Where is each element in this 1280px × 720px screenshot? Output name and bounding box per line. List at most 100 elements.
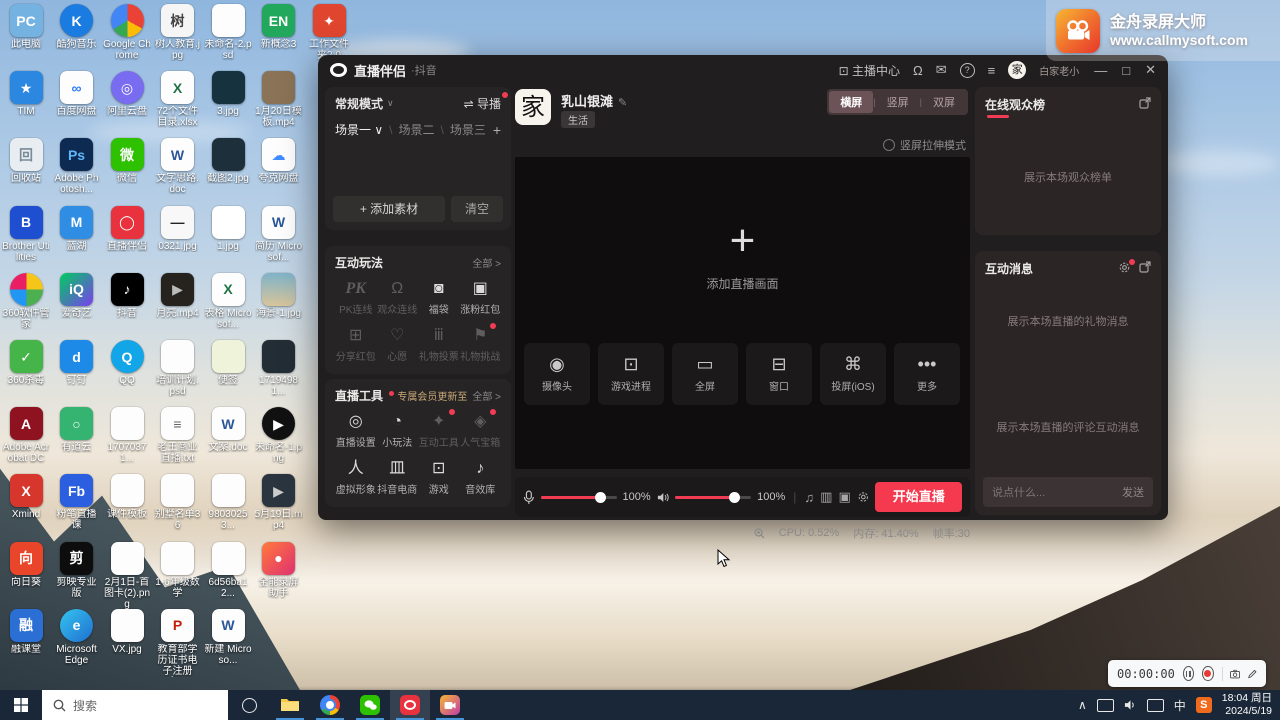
settings-gear-icon[interactable] <box>857 490 870 504</box>
desktop-icon[interactable]: ▶5月19日.mp4 <box>255 474 303 531</box>
mic-volume-slider[interactable] <box>541 496 617 499</box>
desktop-icon[interactable]: Fb粉笔直播课 <box>53 474 101 531</box>
add-screen-plus-icon[interactable]: + <box>515 219 970 263</box>
feature-item[interactable]: PKPK连线 <box>335 278 377 316</box>
taskbar-file-explorer[interactable] <box>270 690 310 720</box>
desktop-icon[interactable]: X表格 Microsof... <box>204 273 252 330</box>
desktop-icon[interactable]: 17194981... <box>255 340 303 397</box>
comment-input[interactable]: 说点什么... 发送 <box>983 477 1153 507</box>
add-scene-button[interactable]: + <box>493 122 501 138</box>
desktop-icon[interactable]: 剪剪映专业版 <box>53 542 101 599</box>
feature-item[interactable]: Ω观众连线 <box>377 278 419 316</box>
desktop-icon[interactable]: Google Chrome <box>103 4 151 61</box>
view-all-link[interactable]: 全部 > <box>472 388 501 403</box>
desktop-icon[interactable]: PC此电脑 <box>2 4 50 50</box>
feature-item[interactable]: 皿抖音电商 <box>377 458 419 496</box>
taskbar-screen-recorder[interactable] <box>430 690 470 720</box>
desktop-icon[interactable]: W新建 Microso... <box>204 609 252 666</box>
desktop-icon[interactable]: X72个文件目录.xlsx <box>154 71 202 128</box>
source-button[interactable]: ◉摄像头 <box>524 343 590 405</box>
stretch-mode-toggle[interactable]: 竖屏拉伸模式 <box>883 137 966 153</box>
feature-item[interactable]: ⊡游戏 <box>418 458 460 496</box>
orientation-segment[interactable]: 横屏 <box>829 91 873 113</box>
desktop-icon[interactable]: QQQ <box>103 340 151 386</box>
menu-icon[interactable]: ≡ <box>988 63 996 78</box>
record-button[interactable] <box>1202 666 1213 681</box>
desktop-icon[interactable]: eMicrosoft Edge <box>53 609 101 666</box>
desktop-icon[interactable]: 2月1日-首图卡(2).png <box>103 542 151 610</box>
director-button[interactable]: ⇌ 导播 <box>464 95 501 112</box>
scene-tab[interactable]: 场景三 <box>450 121 486 138</box>
feature-item[interactable]: ⅲ礼物投票 <box>418 325 460 363</box>
desktop-icon[interactable]: 微微信 <box>103 138 151 184</box>
desktop-icon[interactable]: 向向日葵 <box>2 542 50 588</box>
taskbar-chrome[interactable] <box>310 690 350 720</box>
desktop-icon[interactable]: M蓝湖 <box>53 206 101 252</box>
feature-item[interactable]: ♪音效库 <box>460 458 502 496</box>
desktop-icon[interactable]: ≡老王商业直播.txt <box>154 407 202 464</box>
taskbar-wechat[interactable] <box>350 690 390 720</box>
avatar[interactable]: 家 <box>1008 61 1026 79</box>
desktop-icon[interactable]: ◯直播伴侣 <box>103 206 151 252</box>
volume-icon[interactable] <box>1124 699 1137 711</box>
source-button[interactable]: ⊟窗口 <box>746 343 812 405</box>
feature-item[interactable]: ✦互动工具 <box>418 411 460 449</box>
display-icon[interactable] <box>1097 699 1114 712</box>
feature-item[interactable]: ♡心愿 <box>377 325 419 363</box>
speaker-icon[interactable] <box>657 491 670 504</box>
desktop-icon[interactable]: d钉钉 <box>53 340 101 386</box>
desktop-icon[interactable]: 培训计划.psd <box>154 340 202 397</box>
speaker-volume-slider[interactable] <box>675 496 751 499</box>
desktop-icon[interactable]: EN新概念3 <box>255 4 303 50</box>
feature-item[interactable]: 人虚拟形象 <box>335 458 377 496</box>
desktop-icon[interactable]: 海景-1.jpg <box>255 273 303 319</box>
microphone-icon[interactable] <box>523 490 535 505</box>
desktop-icon[interactable]: BBrother Utilities <box>2 206 50 263</box>
add-material-button[interactable]: + 添加素材 <box>333 196 445 222</box>
message-icon[interactable]: ✉ <box>936 62 947 78</box>
desktop-icon[interactable]: ▶月亮.mp4 <box>154 273 202 319</box>
source-button[interactable]: •••更多 <box>894 343 960 405</box>
popout-icon[interactable] <box>1139 97 1151 112</box>
search-input[interactable]: 搜索 <box>42 690 228 720</box>
mode-dropdown[interactable]: 常规模式 <box>335 95 383 112</box>
desktop-icon[interactable]: ○有道云 <box>53 407 101 453</box>
taskbar-live-companion[interactable] <box>390 690 430 720</box>
desktop-icon[interactable]: 回回收站 <box>2 138 50 184</box>
anchor-center-button[interactable]: ⊡ 主播中心 <box>839 62 900 79</box>
desktop-icon[interactable]: W文字思路.doc <box>154 138 202 195</box>
sound-effect-icon[interactable]: ♫ <box>804 490 814 505</box>
desktop-icon[interactable]: 3.jpg <box>204 71 252 117</box>
desktop-icon[interactable]: W文案.doc <box>204 407 252 453</box>
clear-button[interactable]: 清空 <box>451 196 503 222</box>
desktop-icon[interactable]: 6d56ba12... <box>204 542 252 599</box>
start-button[interactable] <box>0 690 42 720</box>
desktop-icon[interactable]: P教育部学历证书电子注册备... <box>154 609 202 677</box>
close-button[interactable]: ✕ <box>1145 62 1156 78</box>
feature-item[interactable]: ⚑礼物挑战 <box>460 325 502 363</box>
feature-item[interactable]: ◙福袋 <box>418 278 460 316</box>
desktop-icon[interactable]: AAdobe Acrobat DC <box>2 407 50 464</box>
cortana-icon[interactable] <box>228 690 270 720</box>
desktop-icon[interactable]: 便签 <box>204 340 252 386</box>
help-icon[interactable]: ? <box>960 63 975 78</box>
feature-item[interactable]: ◔小玩法 <box>377 411 419 449</box>
screenshot-camera-icon[interactable] <box>1230 668 1240 680</box>
orientation-segment[interactable]: 竖屏 <box>876 91 920 113</box>
popout-icon[interactable] <box>1139 261 1151 276</box>
voice-card-icon[interactable]: ▥ <box>820 489 832 505</box>
desktop-icon[interactable]: 别墅名单36 <box>154 474 202 531</box>
source-button[interactable]: ▭全屏 <box>672 343 738 405</box>
desktop-icon[interactable]: 课件模板 <box>103 474 151 520</box>
scene-tab[interactable]: 场景一 ∨ <box>335 121 383 138</box>
desktop-icon[interactable]: ∞百度网盘 <box>53 71 101 117</box>
feature-item[interactable]: ⊞分享红包 <box>335 325 377 363</box>
desktop-icon[interactable]: 未命名-2.psd <box>204 4 252 61</box>
desktop-icon[interactable]: 360软件管家 <box>2 273 50 330</box>
audio-icon[interactable]: Ω <box>913 63 923 78</box>
minimize-button[interactable]: — <box>1094 63 1107 78</box>
scene-tab[interactable]: 场景二 <box>398 121 434 138</box>
desktop-icon[interactable]: ♪抖音 <box>103 273 151 319</box>
feature-item[interactable]: ◎直播设置 <box>335 411 377 449</box>
desktop-icon[interactable]: VX.jpg <box>103 609 151 655</box>
